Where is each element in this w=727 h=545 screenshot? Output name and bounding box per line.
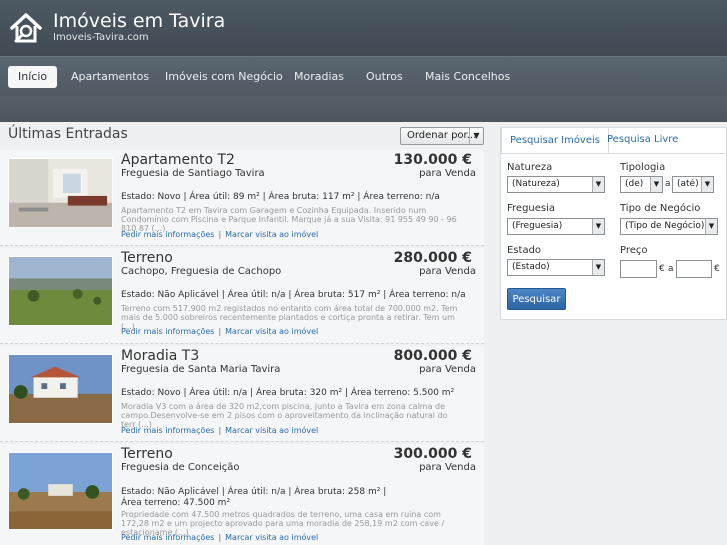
listing-stats: Estado: Novo | Área útil: 89 m² | Área b… xyxy=(121,192,440,202)
nav-outros[interactable]: Outros xyxy=(366,66,403,88)
house-search-icon[interactable] xyxy=(8,10,44,46)
listing-links: Pedir mais informações | Marcar visita ao … xyxy=(121,327,319,336)
estado-label: Estado xyxy=(507,245,542,256)
request-info-link[interactable]: Pedir mais informações xyxy=(121,426,214,435)
freguesia-label: Freguesia xyxy=(507,203,556,214)
request-info-link[interactable]: Pedir mais informações xyxy=(121,230,214,239)
listing-photo-house[interactable] xyxy=(8,354,113,424)
listing-links: Pedir mais informações | Marcar visita ao … xyxy=(121,533,319,542)
listing-stats: Estado: Novo | Área útil: n/a | Área bru… xyxy=(121,388,455,398)
sort-label: Ordenar por... xyxy=(407,130,477,141)
tipologia-to-select[interactable]: (até) ▼ xyxy=(672,176,714,193)
listing-location: Cachopo, Freguesia de Cachopo xyxy=(121,266,282,277)
tab-pesquisar-imoveis[interactable]: Pesquisar Imóveis xyxy=(501,127,609,153)
tab-pesquisa-livre[interactable]: Pesquisa Livre xyxy=(599,127,686,153)
site-subtitle: Imoveis-Tavira.com xyxy=(53,32,149,43)
nav-moradias[interactable]: Moradias xyxy=(294,66,344,88)
schedule-visit-link[interactable]: Marcar visita ao imóvel xyxy=(225,327,318,336)
estado-select[interactable]: (Estado) ▼ xyxy=(507,259,605,276)
preco-min-input[interactable] xyxy=(620,260,657,278)
listing-price: 800.000 € xyxy=(393,348,472,364)
tipologia-from-select[interactable]: (de) ▼ xyxy=(620,176,663,193)
chevron-down-icon: ▼ xyxy=(705,219,717,234)
site-title[interactable]: Imóveis em Tavira xyxy=(53,10,225,32)
chevron-down-icon: ▼ xyxy=(701,177,713,192)
listing-location: Freguesia de Santa Maria Tavira xyxy=(121,364,281,375)
sort-dropdown[interactable]: Ordenar por... ▼ xyxy=(400,127,484,145)
listing-location: Freguesia de Conceição xyxy=(121,462,240,473)
main-nav: Início Apartamentos Imóveis com Negócio … xyxy=(0,56,727,96)
nav-mais-concelhos[interactable]: Mais Concelhos xyxy=(425,66,510,88)
listing-photo-land[interactable] xyxy=(8,256,113,326)
negocio-label: Tipo de Negócio xyxy=(620,203,701,214)
listing-links: Pedir mais informações | Marcar visita ao … xyxy=(121,230,319,239)
nav-apartamentos[interactable]: Apartamentos xyxy=(71,66,149,88)
listing-links: Pedir mais informações | Marcar visita ao … xyxy=(121,426,319,435)
preco-label: Preço xyxy=(620,245,648,256)
listing-item[interactable]: Apartamento T2 Freguesia de Santiago Tav… xyxy=(0,150,484,246)
chevron-down-icon: ▼ xyxy=(650,177,662,192)
schedule-visit-link[interactable]: Marcar visita ao imóvel xyxy=(225,426,318,435)
listing-operation: para Venda xyxy=(419,364,476,375)
preco-unit: € xyxy=(714,264,720,274)
search-button[interactable]: Pesquisar xyxy=(507,288,566,310)
estado-value: (Estado) xyxy=(512,262,550,272)
listing-price: 300.000 € xyxy=(393,446,472,462)
chevron-down-icon: ▼ xyxy=(592,219,604,234)
chevron-down-icon: ▼ xyxy=(469,128,483,144)
natureza-value: (Natureza) xyxy=(512,179,560,189)
nav-imoveis-negocio[interactable]: Imóveis com Negócio xyxy=(165,66,283,88)
schedule-visit-link[interactable]: Marcar visita ao imóvel xyxy=(225,533,318,542)
tipologia-from-value: (de) xyxy=(625,179,644,189)
preco-separator: a xyxy=(668,264,674,274)
listing-operation: para Venda xyxy=(419,462,476,473)
tipologia-separator: a xyxy=(665,179,671,189)
listing-item[interactable]: Moradia T3 Freguesia de Santa Maria Tavi… xyxy=(0,346,484,442)
listing-title[interactable]: Terreno xyxy=(121,250,173,266)
listing-description: Apartamento T2 em Tavira com Garagem e C… xyxy=(121,206,457,233)
listing-title[interactable]: Apartamento T2 xyxy=(121,152,235,168)
listing-description: Moradia V3 com a área de 320 m2,com pisc… xyxy=(121,402,448,429)
freguesia-value: (Freguesia) xyxy=(512,221,563,231)
header-band xyxy=(0,96,727,122)
listing-item[interactable]: Terreno Cachopo, Freguesia de Cachopo 28… xyxy=(0,248,484,344)
search-panel: Pesquisar Imóveis Pesquisa Livre Naturez… xyxy=(500,127,727,320)
listing-operation: para Venda xyxy=(419,168,476,179)
listing-location: Freguesia de Santiago Tavira xyxy=(121,168,265,179)
freguesia-select[interactable]: (Freguesia) ▼ xyxy=(507,218,605,235)
tipologia-to-value: (até) xyxy=(677,179,699,189)
request-info-link[interactable]: Pedir mais informações xyxy=(121,327,214,336)
tipologia-label: Tipologia xyxy=(620,162,666,173)
nav-inicio[interactable]: Início xyxy=(8,66,58,88)
site-header: Imóveis em Tavira Imoveis-Tavira.com xyxy=(0,0,727,56)
chevron-down-icon: ▼ xyxy=(592,177,604,192)
natureza-select[interactable]: (Natureza) ▼ xyxy=(507,176,605,193)
listing-photo-apartment[interactable] xyxy=(8,158,113,228)
preco-unit: € xyxy=(659,264,665,274)
listing-item[interactable]: Terreno Freguesia de Conceição 300.000 €… xyxy=(0,444,484,545)
negocio-select[interactable]: (Tipo de Negócio) ▼ xyxy=(620,218,718,235)
listing-stats: Estado: Não Aplicável | Área útil: n/a |… xyxy=(121,487,387,508)
chevron-down-icon: ▼ xyxy=(592,260,604,275)
listing-price: 130.000 € xyxy=(393,152,472,168)
listing-photo-property[interactable] xyxy=(8,452,113,530)
listing-title[interactable]: Moradia T3 xyxy=(121,348,199,364)
listing-price: 280.000 € xyxy=(393,250,472,266)
section-title: Últimas Entradas xyxy=(8,126,128,142)
listing-operation: para Venda xyxy=(419,266,476,277)
preco-max-input[interactable] xyxy=(676,260,712,278)
request-info-link[interactable]: Pedir mais informações xyxy=(121,533,214,542)
listing-title[interactable]: Terreno xyxy=(121,446,173,462)
natureza-label: Natureza xyxy=(507,162,553,173)
listing-stats: Estado: Não Aplicável | Área útil: n/a |… xyxy=(121,290,466,300)
negocio-value: (Tipo de Negócio) xyxy=(625,221,705,231)
schedule-visit-link[interactable]: Marcar visita ao imóvel xyxy=(225,230,318,239)
